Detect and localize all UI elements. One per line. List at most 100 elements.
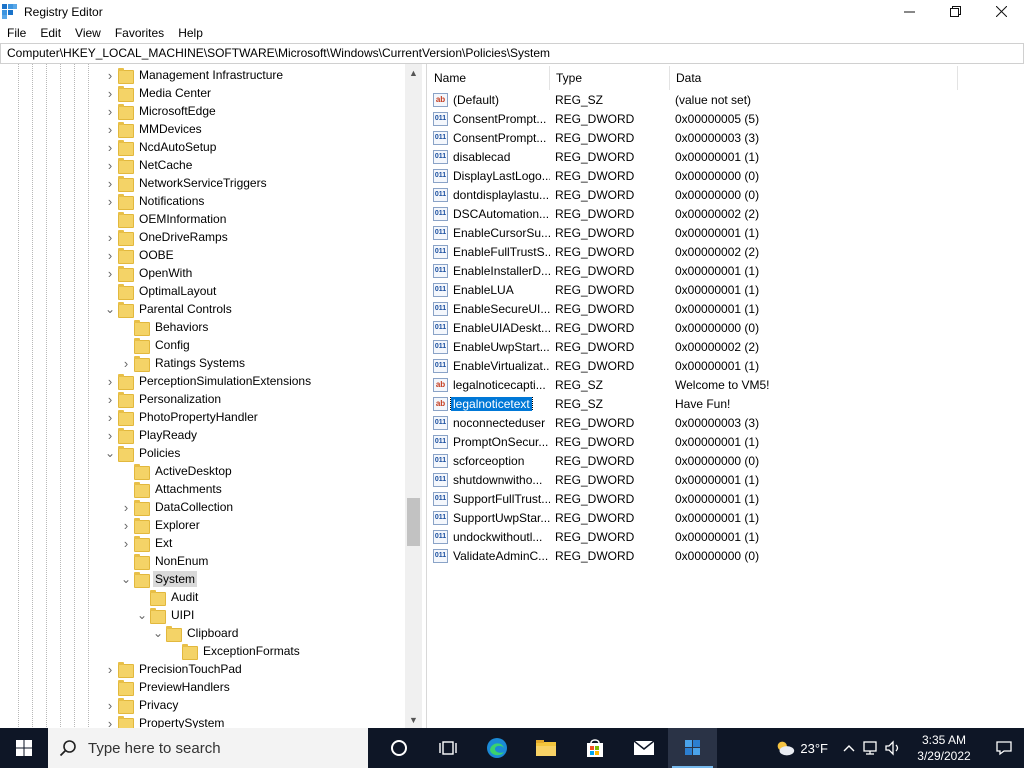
column-data[interactable]: Data [670, 66, 958, 90]
tree-node[interactable]: › OOBE [104, 246, 176, 264]
menu-help[interactable]: Help [171, 23, 210, 43]
tree-node[interactable]: › NcdAutoSetup [104, 138, 218, 156]
tree-scroll-thumb[interactable] [407, 498, 420, 546]
value-row[interactable]: 011 undockwithoutl... REG_DWORD 0x00000001 … [428, 527, 1024, 546]
chevron-right-icon[interactable]: › [104, 138, 116, 156]
tree-node[interactable]: ⌄ UIPI [136, 606, 196, 624]
value-row[interactable]: ab legalnoticecapti... REG_SZ Welcome to VM… [428, 375, 1024, 394]
tree-node[interactable]: › Management Infrastructure [104, 66, 285, 84]
tree-node[interactable]: › PrecisionTouchPad [104, 660, 244, 678]
tree-node[interactable]: ⌄ Clipboard [152, 624, 240, 642]
tree-node[interactable]: › PerceptionSimulationExtensions [104, 372, 313, 390]
chevron-right-icon[interactable]: › [120, 354, 132, 372]
chevron-right-icon[interactable]: › [104, 714, 116, 729]
chevron-down-icon[interactable]: ⌄ [136, 606, 148, 624]
volume-icon[interactable] [882, 740, 904, 756]
chevron-right-icon[interactable]: › [120, 498, 132, 516]
tree-node[interactable]: ⌄ System [120, 570, 198, 588]
chevron-right-icon[interactable]: › [104, 174, 116, 192]
chevron-right-icon[interactable]: › [104, 84, 116, 102]
menu-file[interactable]: File [0, 23, 33, 43]
tree-node[interactable]: › OpenWith [104, 264, 194, 282]
chevron-down-icon[interactable]: ⌄ [104, 300, 116, 318]
temperature-label[interactable]: 23°F [800, 741, 828, 756]
value-row[interactable]: 011 noconnecteduser REG_DWORD 0x00000003 (3… [428, 413, 1024, 432]
chevron-right-icon[interactable]: › [104, 66, 116, 84]
value-row[interactable]: 011 DSCAutomation... REG_DWORD 0x00000002 (… [428, 204, 1024, 223]
column-type[interactable]: Type [550, 66, 670, 90]
tree-node[interactable]: › PlayReady [104, 426, 199, 444]
store-button[interactable] [570, 728, 619, 768]
edge-button[interactable] [472, 728, 521, 768]
address-bar[interactable]: Computer\HKEY_LOCAL_MACHINE\SOFTWARE\Mic… [0, 43, 1024, 64]
menu-favorites[interactable]: Favorites [108, 23, 171, 43]
minimize-button[interactable] [886, 0, 932, 23]
regedit-app-icon[interactable] [2, 3, 18, 20]
tree-scrollbar[interactable]: ▲ ▼ [405, 64, 422, 728]
tree-node[interactable]: › Privacy [104, 696, 180, 714]
chevron-right-icon[interactable]: › [120, 534, 132, 552]
mail-button[interactable] [619, 728, 668, 768]
taskbar-search-box[interactable]: Type here to search [48, 728, 368, 768]
tree-node[interactable]: › Explorer [120, 516, 202, 534]
tree-node[interactable]: › Media Center [104, 84, 213, 102]
tree-node[interactable]: › PhotoPropertyHandler [104, 408, 260, 426]
cortana-button[interactable] [374, 728, 423, 768]
tree-node[interactable]: › NetCache [104, 156, 194, 174]
weather-icon[interactable] [774, 738, 796, 758]
value-row[interactable]: 011 DisplayLastLogo... REG_DWORD 0x00000000… [428, 166, 1024, 185]
tree-node[interactable]: OEMInformation [104, 210, 228, 228]
chevron-down-icon[interactable]: ⌄ [152, 624, 164, 642]
tree-node[interactable]: › Personalization [104, 390, 223, 408]
column-name[interactable]: Name [428, 66, 550, 90]
value-row[interactable]: 011 shutdownwitho... REG_DWORD 0x00000001 (… [428, 470, 1024, 489]
value-row[interactable]: 011 EnableVirtualizat... REG_DWORD 0x000000… [428, 356, 1024, 375]
notification-center-button[interactable] [984, 740, 1024, 756]
tree-node[interactable]: Config [120, 336, 192, 354]
value-row[interactable]: 011 SupportUwpStar... REG_DWORD 0x00000001 … [428, 508, 1024, 527]
maximize-button[interactable] [932, 0, 978, 23]
tree-node[interactable]: › MicrosoftEdge [104, 102, 218, 120]
value-row[interactable]: 011 ValidateAdminC... REG_DWORD 0x00000000 … [428, 546, 1024, 565]
tree-node[interactable]: ActiveDesktop [120, 462, 234, 480]
value-row[interactable]: ab (Default) REG_SZ (value not set) [428, 90, 1024, 109]
value-row[interactable]: 011 PromptOnSecur... REG_DWORD 0x00000001 (… [428, 432, 1024, 451]
taskbar-clock[interactable]: 3:35 AM 3/29/2022 [904, 732, 984, 764]
tree-node[interactable]: PreviewHandlers [104, 678, 232, 696]
chevron-right-icon[interactable]: › [104, 660, 116, 678]
value-row[interactable]: 011 dontdisplaylastu... REG_DWORD 0x0000000… [428, 185, 1024, 204]
tree-node[interactable]: › Ext [120, 534, 174, 552]
network-icon[interactable] [860, 740, 882, 756]
value-row[interactable]: 011 ConsentPrompt... REG_DWORD 0x00000003 (… [428, 128, 1024, 147]
value-row[interactable]: 011 EnableSecureUI... REG_DWORD 0x00000001 … [428, 299, 1024, 318]
value-row[interactable]: 011 ConsentPrompt... REG_DWORD 0x00000005 (… [428, 109, 1024, 128]
chevron-right-icon[interactable]: › [104, 390, 116, 408]
tree-node[interactable]: OptimalLayout [104, 282, 218, 300]
chevron-right-icon[interactable]: › [104, 426, 116, 444]
chevron-up-icon[interactable] [838, 743, 860, 753]
scroll-up-icon[interactable]: ▲ [405, 64, 422, 81]
menu-edit[interactable]: Edit [33, 23, 68, 43]
chevron-down-icon[interactable]: ⌄ [120, 570, 132, 588]
tree-node[interactable]: ⌄ Parental Controls [104, 300, 234, 318]
tree-node[interactable]: › Ratings Systems [120, 354, 247, 372]
tree-node[interactable]: Attachments [120, 480, 224, 498]
chevron-right-icon[interactable]: › [104, 264, 116, 282]
tree-node[interactable]: ⌄ Policies [104, 444, 182, 462]
close-button[interactable] [978, 0, 1024, 23]
tree-node[interactable]: ExceptionFormats [168, 642, 302, 660]
start-button[interactable] [0, 728, 48, 768]
chevron-down-icon[interactable]: ⌄ [104, 444, 116, 462]
chevron-right-icon[interactable]: › [104, 372, 116, 390]
value-row[interactable]: 011 EnableLUA REG_DWORD 0x00000001 (1) [428, 280, 1024, 299]
pane-splitter[interactable] [422, 64, 427, 728]
value-row[interactable]: 011 EnableInstallerD... REG_DWORD 0x0000000… [428, 261, 1024, 280]
regedit-taskbar-button[interactable] [668, 728, 717, 768]
scroll-down-icon[interactable]: ▼ [405, 711, 422, 728]
chevron-right-icon[interactable]: › [104, 156, 116, 174]
tree-node[interactable]: › OneDriveRamps [104, 228, 230, 246]
file-explorer-button[interactable] [521, 728, 570, 768]
value-row[interactable]: 011 EnableUwpStart... REG_DWORD 0x00000002 … [428, 337, 1024, 356]
tree-node[interactable]: › Notifications [104, 192, 206, 210]
chevron-right-icon[interactable]: › [104, 696, 116, 714]
